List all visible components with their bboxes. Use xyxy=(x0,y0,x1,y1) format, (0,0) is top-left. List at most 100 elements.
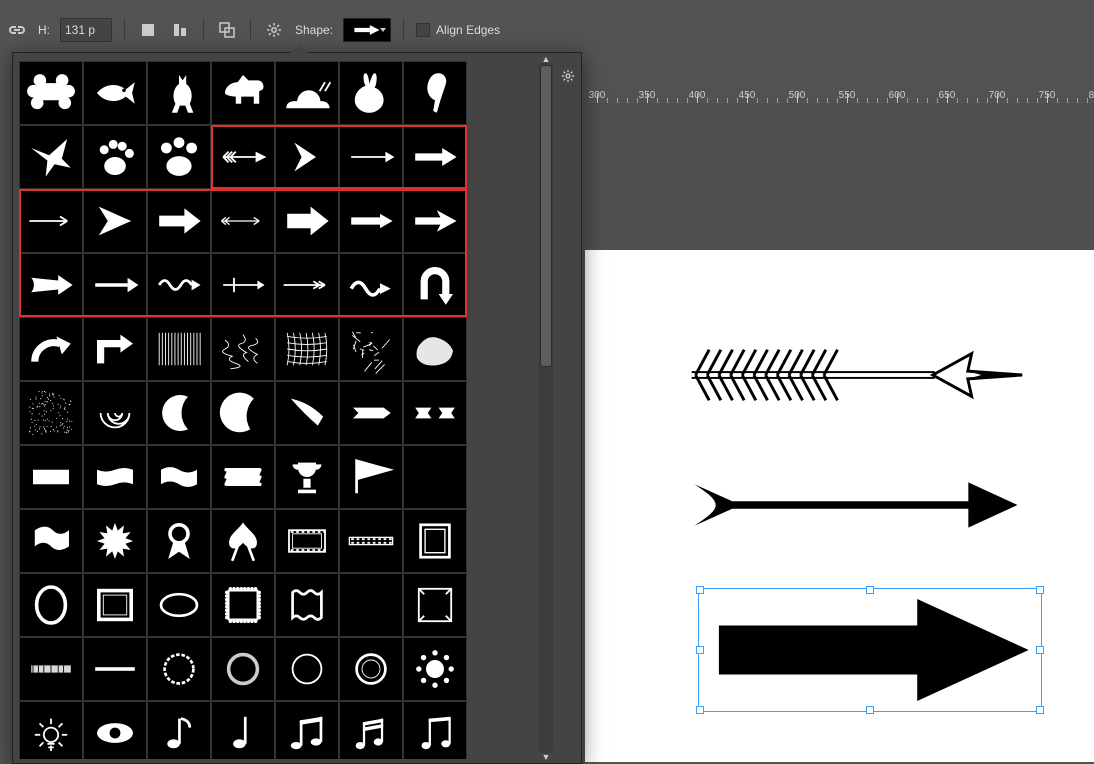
shape-fish[interactable] xyxy=(83,61,147,125)
shape-bird[interactable] xyxy=(19,125,83,189)
shape-brush-stroke[interactable] xyxy=(19,637,83,701)
shape-arrow-chevron[interactable] xyxy=(275,125,339,189)
shape-arrow-wave[interactable] xyxy=(339,253,403,317)
shape-arrow-head[interactable] xyxy=(83,189,147,253)
document-canvas[interactable] xyxy=(585,250,1094,762)
shape-ribbon-loop[interactable] xyxy=(211,509,275,573)
shape-arrow-line[interactable] xyxy=(339,125,403,189)
shape-arrow-wide[interactable] xyxy=(147,189,211,253)
shape-arrow-long[interactable] xyxy=(275,253,339,317)
shape-trophy[interactable] xyxy=(275,445,339,509)
shape-blank[interactable] xyxy=(403,445,467,509)
selection-handle[interactable] xyxy=(1036,646,1044,654)
height-field[interactable] xyxy=(60,18,112,42)
shape-starburst[interactable] xyxy=(83,509,147,573)
shape-arrow-double-head[interactable] xyxy=(403,189,467,253)
shape-blank[interactable] xyxy=(339,573,403,637)
arrow-feather-preview[interactable] xyxy=(680,335,1030,415)
shape-banner[interactable] xyxy=(19,445,83,509)
shape-rabbit[interactable] xyxy=(339,61,403,125)
shape-arrow-cross[interactable] xyxy=(211,253,275,317)
link-icon[interactable] xyxy=(6,19,28,41)
shape-ellipse[interactable] xyxy=(147,573,211,637)
selection-handle[interactable] xyxy=(866,586,874,594)
shape-blob[interactable] xyxy=(403,317,467,381)
shape-arrow-thin-line[interactable] xyxy=(19,189,83,253)
shape-scratches[interactable] xyxy=(339,317,403,381)
shape-music-note[interactable] xyxy=(147,701,211,759)
selection-handle[interactable] xyxy=(696,586,704,594)
shape-circle-brush-2[interactable] xyxy=(211,637,275,701)
shape-arrow-feather-line[interactable] xyxy=(211,189,275,253)
selection-handle[interactable] xyxy=(1036,586,1044,594)
shape-arrow-solid[interactable] xyxy=(339,189,403,253)
stroke-align-icon[interactable] xyxy=(169,19,191,41)
shape-tag[interactable] xyxy=(339,381,403,445)
align-edges-checkbox[interactable]: Align Edges xyxy=(416,23,500,38)
shape-brush-2[interactable] xyxy=(83,637,147,701)
shape-banner-wave[interactable] xyxy=(147,445,211,509)
selection-handle[interactable] xyxy=(696,706,704,714)
shape-arrow-line-2[interactable] xyxy=(83,253,147,317)
shape-circle-brush[interactable] xyxy=(147,637,211,701)
shape-lightbulb[interactable] xyxy=(19,701,83,759)
scroll-thumb[interactable] xyxy=(540,65,552,367)
shape-banner-paper[interactable] xyxy=(211,445,275,509)
shape-arrow-feather[interactable] xyxy=(211,125,275,189)
shape-filmstrip-2[interactable] xyxy=(339,509,403,573)
panel-menu-icon[interactable] xyxy=(561,69,575,83)
shape-frame-rect[interactable] xyxy=(83,573,147,637)
selection-handle[interactable] xyxy=(1036,706,1044,714)
selection-handle[interactable] xyxy=(696,646,704,654)
shape-snail[interactable] xyxy=(275,61,339,125)
shape-frame-ornate[interactable] xyxy=(403,573,467,637)
scroll-down-icon[interactable]: ▼ xyxy=(539,751,553,763)
shape-slash[interactable] xyxy=(275,381,339,445)
shape-splat[interactable] xyxy=(403,637,467,701)
scrollbar[interactable]: ▲ ▼ xyxy=(539,63,553,753)
shape-noise[interactable] xyxy=(19,381,83,445)
shape-flag-pennant[interactable] xyxy=(339,445,403,509)
shape-ribbon[interactable] xyxy=(403,381,467,445)
shape-pawprint[interactable] xyxy=(83,125,147,189)
shape-ring-2[interactable] xyxy=(339,637,403,701)
shape-parrot[interactable] xyxy=(403,61,467,125)
shape-filmstrip[interactable] xyxy=(275,509,339,573)
shape-arrow-uturn[interactable] xyxy=(403,253,467,317)
shape-swirl[interactable] xyxy=(83,381,147,445)
shape-dog[interactable] xyxy=(211,61,275,125)
shape-frame-wavy[interactable] xyxy=(275,573,339,637)
shape-pawprint-2[interactable] xyxy=(147,125,211,189)
shape-eye[interactable] xyxy=(83,701,147,759)
shape-frame[interactable] xyxy=(403,509,467,573)
scroll-up-icon[interactable]: ▲ xyxy=(539,53,553,65)
shape-arrow-fat[interactable] xyxy=(275,189,339,253)
shape-music-note-2[interactable] xyxy=(211,701,275,759)
shape-music-notes-2[interactable] xyxy=(403,701,467,759)
arrow-pointer-preview[interactable] xyxy=(685,465,1025,545)
shape-banner-concave[interactable] xyxy=(83,445,147,509)
path-overlap-icon[interactable] xyxy=(216,19,238,41)
shape-music-beamed[interactable] xyxy=(275,701,339,759)
fill-type-icon[interactable] xyxy=(137,19,159,41)
selection-handle[interactable] xyxy=(866,706,874,714)
shape-scribble[interactable] xyxy=(211,317,275,381)
shape-frame-oval[interactable] xyxy=(19,573,83,637)
shape-cat[interactable] xyxy=(147,61,211,125)
gear-icon[interactable] xyxy=(263,19,285,41)
shape-crescent-2[interactable] xyxy=(211,381,275,445)
shape-ring[interactable] xyxy=(275,637,339,701)
shape-stamp[interactable] xyxy=(211,573,275,637)
shape-arrow-squiggle[interactable] xyxy=(147,253,211,317)
shape-crescent[interactable] xyxy=(147,381,211,445)
shape-ribbon-award[interactable] xyxy=(147,509,211,573)
shape-bone[interactable] xyxy=(19,61,83,125)
shape-arrow-curve[interactable] xyxy=(19,317,83,381)
shape-arrow-pointer[interactable] xyxy=(19,253,83,317)
shape-flag-wave[interactable] xyxy=(19,509,83,573)
shape-hatch-grid[interactable] xyxy=(275,317,339,381)
shape-arrow-block[interactable] xyxy=(403,125,467,189)
shape-arrow-corner[interactable] xyxy=(83,317,147,381)
shape-music-notes[interactable] xyxy=(339,701,403,759)
shape-hatch-vert[interactable] xyxy=(147,317,211,381)
